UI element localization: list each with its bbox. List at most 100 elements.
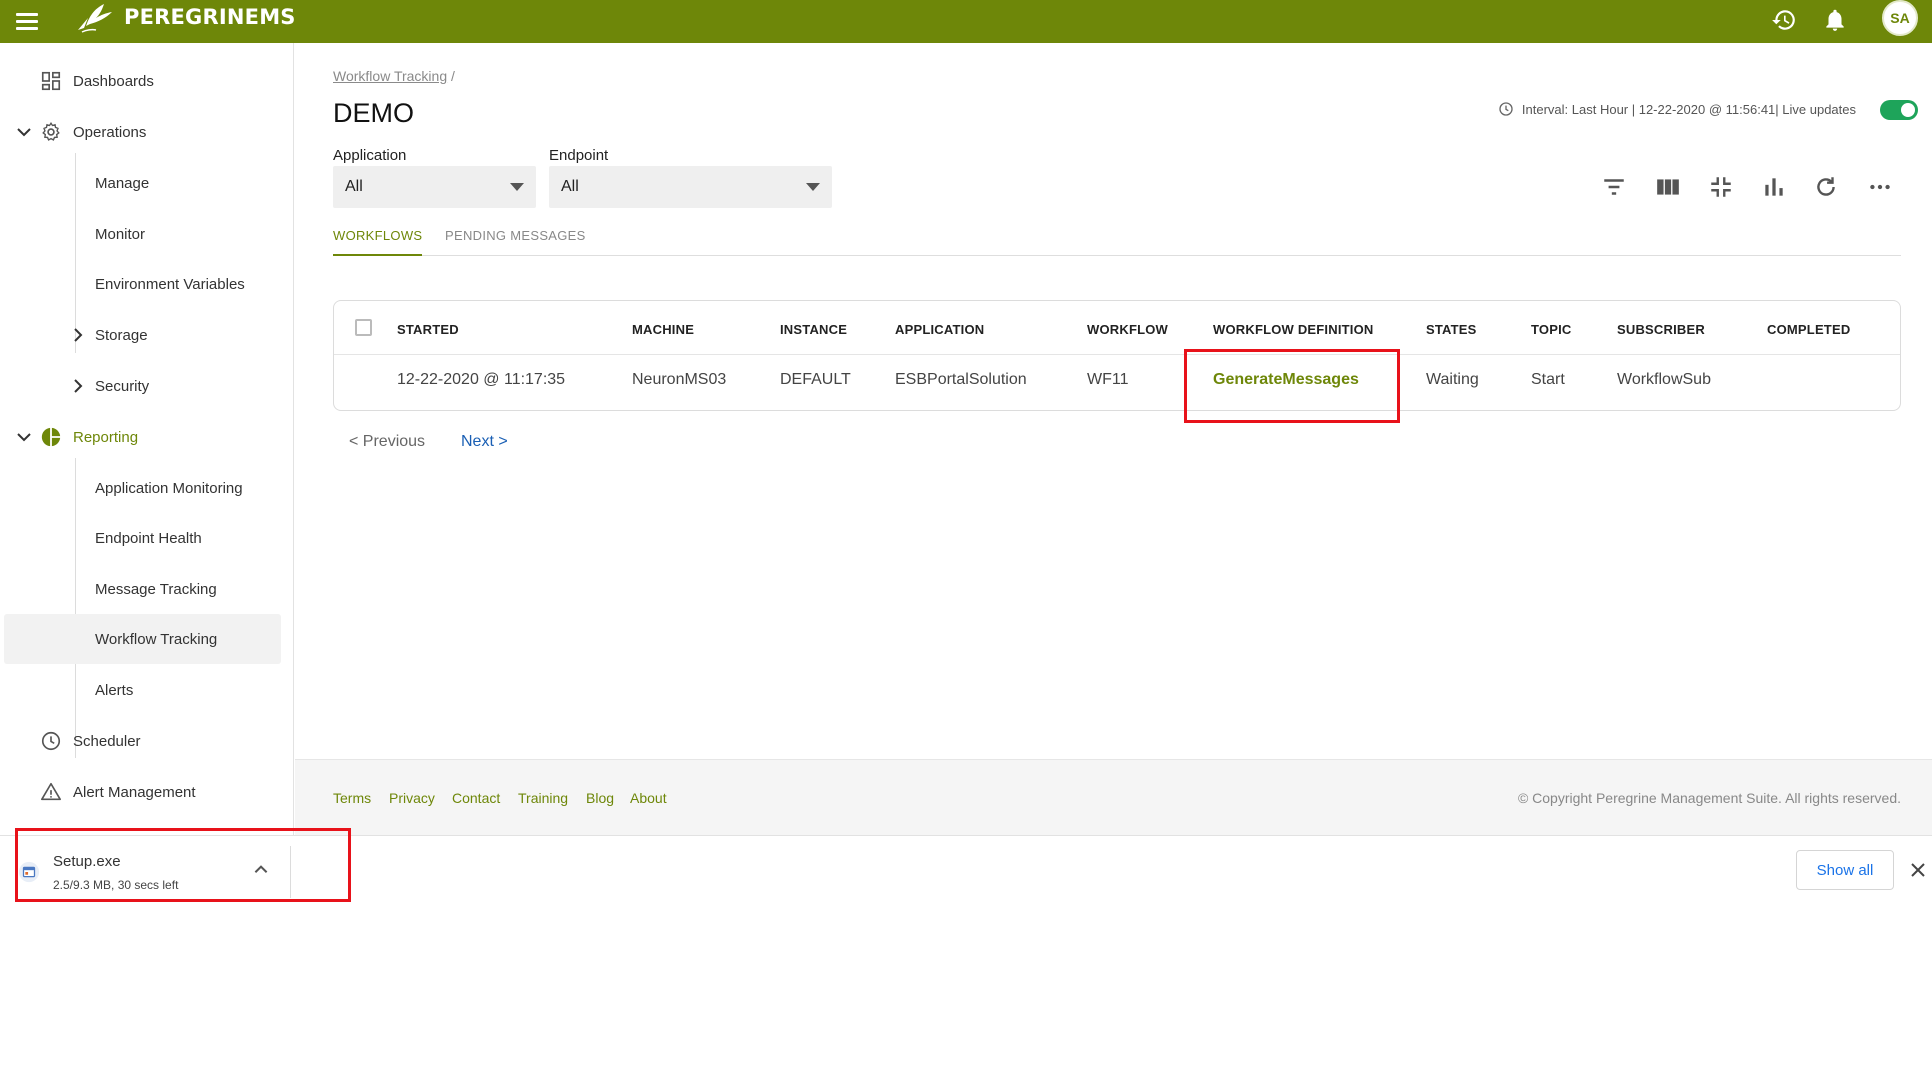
sidebar-item-environment-variables[interactable]: Environment Variables <box>0 264 294 304</box>
chevron-down-icon <box>17 128 31 137</box>
sidebar-nav: Dashboards Operations Manage Monitor Env… <box>0 43 294 835</box>
sidebar-item-alerts[interactable]: Alerts <box>0 670 294 710</box>
footer-link-about[interactable]: About <box>630 790 667 806</box>
annotation-highlight-download <box>15 828 351 902</box>
filter-icon[interactable] <box>1601 174 1627 200</box>
chevron-right-icon <box>74 379 83 393</box>
sidebar-item-label: Application Monitoring <box>95 479 243 497</box>
sidebar-item-reporting[interactable]: Reporting <box>0 417 294 457</box>
endpoint-select-value: All <box>561 178 579 195</box>
workflows-table: STARTED MACHINE INSTANCE APPLICATION WOR… <box>333 300 1901 411</box>
column-header-subscriber[interactable]: SUBSCRIBER <box>1617 322 1705 337</box>
endpoint-select[interactable]: All <box>549 166 832 208</box>
sidebar-item-monitor[interactable]: Monitor <box>0 214 294 254</box>
show-all-downloads-button[interactable]: Show all <box>1796 850 1894 890</box>
sidebar-item-operations[interactable]: Operations <box>0 112 294 152</box>
dropdown-caret-icon <box>806 183 820 191</box>
column-header-machine[interactable]: MACHINE <box>632 322 694 337</box>
refresh-icon[interactable] <box>1813 174 1839 200</box>
breadcrumb-link-workflow-tracking[interactable]: Workflow Tracking <box>333 68 447 84</box>
sidebar-item-label: Workflow Tracking <box>95 630 218 648</box>
copyright-text: © Copyright Peregrine Management Suite. … <box>1517 790 1901 806</box>
header-divider <box>334 354 1900 355</box>
user-avatar[interactable]: SA <box>1882 0 1918 36</box>
pie-chart-icon <box>41 427 61 447</box>
cell-machine: NeuronMS03 <box>632 371 727 388</box>
dropdown-caret-icon <box>510 183 524 191</box>
sidebar-item-dashboards[interactable]: Dashboards <box>0 61 294 101</box>
cell-instance: DEFAULT <box>780 371 851 388</box>
bar-chart-icon[interactable] <box>1761 174 1787 200</box>
cell-application: ESBPortalSolution <box>895 371 1027 388</box>
sidebar-item-endpoint-health[interactable]: Endpoint Health <box>0 518 294 558</box>
compress-icon[interactable] <box>1708 174 1734 200</box>
sidebar-item-label: Security <box>95 377 150 395</box>
dashboards-icon <box>41 71 61 91</box>
peregrine-logo-icon <box>78 4 112 33</box>
sidebar-item-label: Reporting <box>73 428 139 446</box>
sidebar-item-scheduler[interactable]: Scheduler <box>0 721 294 761</box>
previous-page-button[interactable]: < Previous <box>349 433 425 451</box>
footer-link-terms[interactable]: Terms <box>333 790 371 806</box>
sidebar-item-workflow-tracking[interactable]: Workflow Tracking <box>0 619 294 659</box>
interval-text: Interval: Last Hour | 12-22-2020 @ 11:56… <box>1521 101 1856 117</box>
application-label: Application <box>333 147 407 164</box>
column-header-states[interactable]: STATES <box>1426 322 1477 337</box>
column-header-instance[interactable]: INSTANCE <box>780 322 847 337</box>
column-header-started[interactable]: STARTED <box>397 322 459 337</box>
sidebar-item-alert-management[interactable]: Alert Management <box>0 772 294 812</box>
more-options-icon[interactable] <box>1867 174 1893 200</box>
sidebar-item-label: Alerts <box>95 681 134 699</box>
app-logo[interactable]: PEREGRINEMS <box>74 0 296 34</box>
column-header-completed[interactable]: COMPLETED <box>1767 322 1850 337</box>
tab-bar: WORKFLOWS PENDING MESSAGES <box>333 224 1901 256</box>
close-icon[interactable] <box>1908 860 1928 880</box>
sidebar-item-label: Manage <box>95 174 150 192</box>
sidebar-item-label: Dashboards <box>73 72 154 90</box>
cell-workflow: WF11 <box>1087 371 1129 388</box>
column-header-workflow-definition[interactable]: WORKFLOW DEFINITION <box>1213 322 1374 337</box>
sidebar-item-manage[interactable]: Manage <box>0 163 294 203</box>
column-header-workflow[interactable]: WORKFLOW <box>1087 322 1168 337</box>
warning-triangle-icon <box>41 782 61 801</box>
hamburger-menu-icon[interactable] <box>16 9 40 33</box>
clock-icon <box>41 731 61 751</box>
clock-icon <box>1499 102 1513 116</box>
column-header-topic[interactable]: TOPIC <box>1531 322 1572 337</box>
sidebar-item-label: Operations <box>73 123 147 141</box>
notifications-bell-icon[interactable] <box>1822 7 1848 33</box>
sidebar-item-label: Environment Variables <box>95 275 245 293</box>
endpoint-label: Endpoint <box>549 147 609 164</box>
sidebar-item-label: Endpoint Health <box>95 529 202 547</box>
tab-workflows[interactable]: WORKFLOWS <box>333 228 423 256</box>
live-updates-toggle[interactable] <box>1880 100 1918 120</box>
chevron-right-icon <box>74 328 83 342</box>
sidebar-item-storage[interactable]: Storage <box>0 315 294 355</box>
next-page-button[interactable]: Next > <box>461 433 508 451</box>
sidebar-item-security[interactable]: Security <box>0 366 294 406</box>
breadcrumb-separator: / <box>451 68 455 84</box>
cell-topic: Start <box>1531 371 1565 388</box>
footer-link-blog[interactable]: Blog <box>586 790 614 806</box>
application-select[interactable]: All <box>333 166 536 208</box>
sidebar-item-label: Alert Management <box>73 783 196 801</box>
history-icon[interactable] <box>1771 7 1797 33</box>
footer-link-training[interactable]: Training <box>518 790 568 806</box>
tab-pending-messages[interactable]: PENDING MESSAGES <box>445 228 586 256</box>
page-title: DEMO <box>333 98 414 128</box>
footer-link-contact[interactable]: Contact <box>452 790 500 806</box>
app-name: PEREGRINEMS <box>124 5 296 29</box>
columns-icon[interactable] <box>1655 174 1681 200</box>
application-select-value: All <box>345 178 363 195</box>
select-all-checkbox[interactable] <box>355 319 372 336</box>
annotation-highlight-definition <box>1184 349 1400 423</box>
sidebar-item-label: Storage <box>95 326 148 344</box>
sidebar-item-label: Monitor <box>95 225 146 243</box>
chevron-down-icon <box>17 433 31 442</box>
page-footer: Terms Privacy Contact Training Blog Abou… <box>295 759 1932 835</box>
footer-link-privacy[interactable]: Privacy <box>389 790 435 806</box>
sidebar-item-application-monitoring[interactable]: Application Monitoring <box>0 468 294 508</box>
sidebar-item-message-tracking[interactable]: Message Tracking <box>0 569 294 609</box>
column-header-application[interactable]: APPLICATION <box>895 322 984 337</box>
cell-subscriber: WorkflowSub <box>1617 371 1711 388</box>
